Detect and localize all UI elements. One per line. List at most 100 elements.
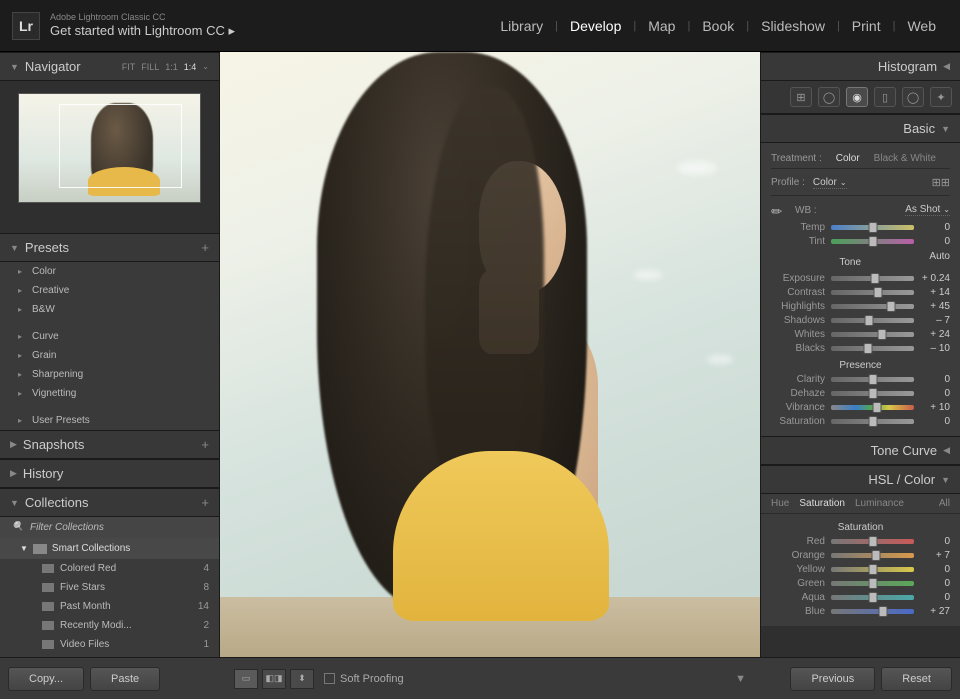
tint-value[interactable]: 0	[920, 236, 950, 247]
saturation-value[interactable]: 0	[920, 416, 950, 427]
spot-removal-tool-icon[interactable]: ◯	[818, 87, 840, 107]
whites-value[interactable]: + 24	[920, 329, 950, 340]
highlights-slider[interactable]	[831, 304, 914, 309]
slider-knob[interactable]	[871, 550, 880, 561]
vibrance-slider[interactable]	[831, 405, 914, 410]
treatment-bw[interactable]: Black & White	[874, 153, 936, 164]
aqua-slider[interactable]	[831, 595, 914, 600]
image-canvas[interactable]	[220, 52, 760, 657]
wb-dropdown[interactable]: As Shot ⌄	[905, 204, 950, 216]
aqua-value[interactable]: 0	[920, 592, 950, 603]
hsl-tab-saturation[interactable]: Saturation	[799, 498, 845, 509]
treatment-color[interactable]: Color	[836, 153, 860, 164]
module-slideshow[interactable]: Slideshow	[749, 18, 837, 34]
profile-dropdown[interactable]: Color ⌄	[813, 177, 847, 189]
slider-knob[interactable]	[868, 536, 877, 547]
get-started-link[interactable]: Get started with Lightroom CC ▸	[50, 23, 235, 39]
clarity-value[interactable]: 0	[920, 374, 950, 385]
blacks-value[interactable]: – 10	[920, 343, 950, 354]
navigator-zoom-modes[interactable]: FITFILL1:11:4⌄	[122, 62, 209, 72]
add-preset-icon[interactable]: +	[201, 240, 209, 255]
collections-header[interactable]: ▼ Collections +	[0, 488, 219, 517]
nav-zoom-1:4[interactable]: 1:4	[184, 62, 197, 72]
whites-slider[interactable]	[831, 332, 914, 337]
hsl-header[interactable]: HSL / Color ▼	[761, 465, 960, 494]
reset-button[interactable]: Reset	[881, 667, 952, 691]
slider-knob[interactable]	[868, 592, 877, 603]
slider-knob[interactable]	[868, 222, 877, 233]
auto-tone-button[interactable]: Auto	[929, 251, 950, 270]
nav-zoom-fit[interactable]: FIT	[122, 62, 136, 72]
red-value[interactable]: 0	[920, 536, 950, 547]
slider-knob[interactable]	[868, 564, 877, 575]
copy-button[interactable]: Copy...	[8, 667, 84, 691]
loupe-view-icon[interactable]: ▭	[234, 669, 258, 689]
green-slider[interactable]	[831, 581, 914, 586]
contrast-value[interactable]: + 14	[920, 287, 950, 298]
histogram-header[interactable]: Histogram ◀	[761, 52, 960, 81]
smart-collections-folder[interactable]: ▼ Smart Collections	[0, 538, 219, 559]
temp-slider[interactable]	[831, 225, 914, 230]
hsl-tab-luminance[interactable]: Luminance	[855, 498, 904, 509]
snapshots-header[interactable]: ▶ Snapshots +	[0, 430, 219, 459]
paste-button[interactable]: Paste	[90, 667, 160, 691]
module-library[interactable]: Library	[488, 18, 555, 34]
temp-value[interactable]: 0	[920, 222, 950, 233]
hsl-tab-all[interactable]: All	[939, 498, 950, 509]
navigator-crop-frame[interactable]	[59, 104, 182, 188]
slider-knob[interactable]	[868, 236, 877, 247]
add-collection-icon[interactable]: +	[201, 495, 209, 510]
blacks-slider[interactable]	[831, 346, 914, 351]
preset-group-vignetting[interactable]: Vignetting	[0, 384, 219, 403]
exposure-value[interactable]: + 0.24	[920, 273, 950, 284]
slider-knob[interactable]	[868, 388, 877, 399]
history-header[interactable]: ▶ History	[0, 459, 219, 488]
chevron-down-icon[interactable]: ⌄	[202, 62, 209, 72]
vibrance-value[interactable]: + 10	[920, 402, 950, 413]
basic-header[interactable]: Basic ▼	[761, 114, 960, 143]
module-book[interactable]: Book	[690, 18, 746, 34]
module-print[interactable]: Print	[840, 18, 893, 34]
slider-knob[interactable]	[865, 315, 874, 326]
slider-knob[interactable]	[864, 343, 873, 354]
dehaze-slider[interactable]	[831, 391, 914, 396]
navigator-preview[interactable]	[0, 81, 219, 233]
slider-knob[interactable]	[886, 301, 895, 312]
green-value[interactable]: 0	[920, 578, 950, 589]
adjustment-brush-tool-icon[interactable]: ✦	[930, 87, 952, 107]
slider-knob[interactable]	[868, 416, 877, 427]
module-web[interactable]: Web	[895, 18, 948, 34]
eyedropper-icon[interactable]: ✎	[768, 199, 791, 222]
nav-zoom-fill[interactable]: FILL	[141, 62, 159, 72]
toolbar-chevron-icon[interactable]: ▼	[735, 673, 746, 685]
before-after-lr-icon[interactable]: ◧◨	[262, 669, 286, 689]
hsl-tab-hue[interactable]: Hue	[771, 498, 789, 509]
preset-group-sharpening[interactable]: Sharpening	[0, 365, 219, 384]
dehaze-value[interactable]: 0	[920, 388, 950, 399]
slider-knob[interactable]	[879, 606, 888, 617]
clarity-slider[interactable]	[831, 377, 914, 382]
collection-item[interactable]: Without Keyw...150	[0, 654, 219, 657]
collection-item[interactable]: Five Stars8	[0, 578, 219, 597]
collection-item[interactable]: Video Files1	[0, 635, 219, 654]
module-map[interactable]: Map	[636, 18, 687, 34]
collection-item[interactable]: Colored Red4	[0, 559, 219, 578]
tonecurve-header[interactable]: Tone Curve ◀	[761, 436, 960, 465]
orange-value[interactable]: + 7	[920, 550, 950, 561]
profile-browser-icon[interactable]: ⊞⊞	[932, 176, 950, 189]
slider-knob[interactable]	[868, 374, 877, 385]
preset-group-b-w[interactable]: B&W	[0, 300, 219, 319]
slider-knob[interactable]	[868, 578, 877, 589]
orange-slider[interactable]	[831, 553, 914, 558]
slider-knob[interactable]	[870, 273, 879, 284]
previous-button[interactable]: Previous	[790, 667, 875, 691]
yellow-slider[interactable]	[831, 567, 914, 572]
redeye-tool-icon[interactable]: ◉	[846, 87, 868, 107]
soft-proofing-checkbox[interactable]: Soft Proofing	[324, 673, 404, 685]
exposure-slider[interactable]	[831, 276, 914, 281]
highlights-value[interactable]: + 45	[920, 301, 950, 312]
contrast-slider[interactable]	[831, 290, 914, 295]
preset-group-color[interactable]: Color	[0, 262, 219, 281]
preset-group-grain[interactable]: Grain	[0, 346, 219, 365]
graduated-filter-tool-icon[interactable]: ▯	[874, 87, 896, 107]
